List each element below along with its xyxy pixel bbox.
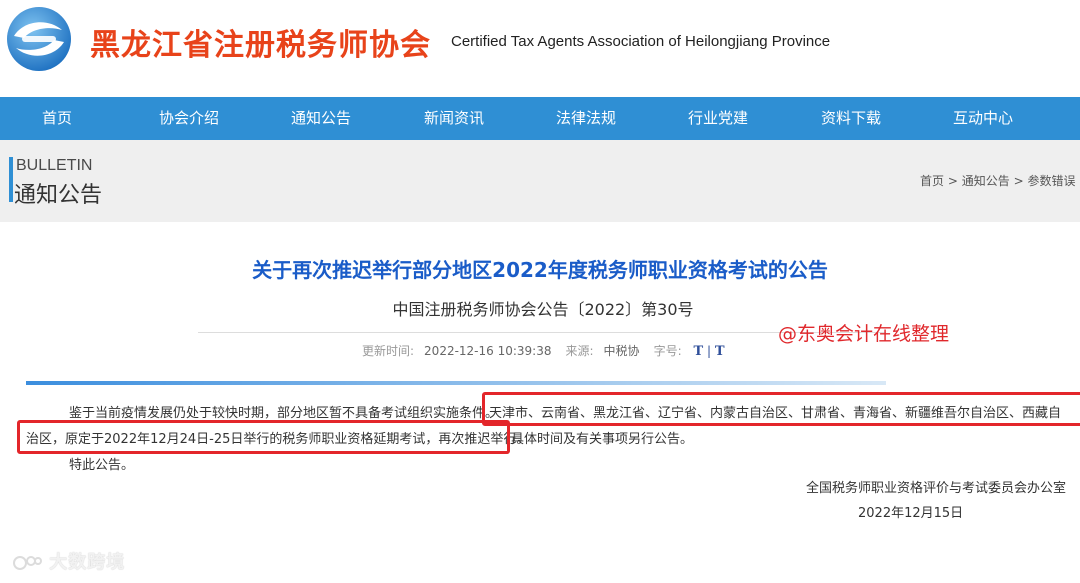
breadcrumb-sep: >: [1013, 174, 1024, 188]
nav-item-about[interactable]: 协会介绍: [123, 97, 255, 140]
font-size-label: 字号:: [653, 344, 682, 358]
source-label: 来源:: [565, 344, 594, 358]
site-name-en: Certified Tax Agents Association of Heil…: [451, 33, 831, 50]
nav-item-interaction[interactable]: 互动中心: [917, 97, 1049, 140]
paragraph-closing: 特此公告。: [69, 458, 135, 473]
main-nav: 首页 协会介绍 通知公告 新闻资讯 法律法规 行业党建 资料下载 互动中心: [0, 97, 1080, 140]
paragraph-1-start: 鉴于当前疫情发展仍处于较快时期，部分地区暂不具备考试组织实施条件。: [69, 406, 499, 421]
banner-accent-bar: [9, 157, 13, 202]
breadcrumb: 首页 > 通知公告 > 参数错误: [920, 172, 1075, 189]
breadcrumb-current: 参数错误: [1027, 174, 1076, 188]
banner-title-cn: 通知公告: [14, 183, 103, 208]
updated-label: 更新时间:: [362, 344, 415, 358]
nav-item-party[interactable]: 行业党建: [652, 97, 784, 140]
breadcrumb-notices[interactable]: 通知公告: [962, 174, 1010, 188]
watermark-text: 大数跨境: [49, 552, 126, 573]
source-value: 中税协: [603, 344, 640, 358]
font-size-small-button[interactable]: T: [715, 344, 725, 359]
nav-item-home[interactable]: 首页: [0, 97, 123, 140]
nav-item-news[interactable]: 新闻资讯: [388, 97, 520, 140]
updated-value: 2022-12-16 10:39:38: [424, 344, 552, 358]
red-watermark-text: @东奥会计在线整理: [778, 323, 950, 345]
signature: 全国税务师职业资格评价与考试委员会办公室: [806, 481, 1067, 496]
paragraph-2-end: 具体时间及有关事项另行公告。: [511, 432, 694, 447]
watermark-logo-icon: [13, 556, 42, 570]
content-top-gradient-bar: [26, 381, 886, 385]
nav-item-notices[interactable]: 通知公告: [255, 97, 387, 140]
article-panel: 关于再次推迟举行部分地区2022年度税务师职业资格考试的公告 中国注册税务师协会…: [0, 222, 1080, 583]
nav-item-downloads[interactable]: 资料下载: [785, 97, 917, 140]
site-name-cn: 黑龙江省注册税务师协会: [90, 28, 431, 63]
section-banner: BULLETIN 通知公告 首页 > 通知公告 > 参数错误: [0, 140, 1080, 222]
breadcrumb-home[interactable]: 首页: [920, 174, 944, 188]
highlight-box-line1: [482, 392, 1080, 426]
signature-date: 2022年12月15日: [858, 506, 964, 521]
font-size-separator: |: [706, 344, 711, 358]
highlight-box-line2: [17, 420, 510, 454]
banner-title-en: BULLETIN: [16, 157, 93, 174]
bottom-watermark: 大数跨境: [12, 548, 125, 574]
breadcrumb-sep: >: [947, 174, 958, 188]
nav-item-laws[interactable]: 法律法规: [520, 97, 652, 140]
article-title: 关于再次推迟举行部分地区2022年度税务师职业资格考试的公告: [252, 258, 828, 282]
article-subtitle: 中国注册税务师协会公告〔2022〕第30号: [392, 300, 694, 319]
font-size-large-button[interactable]: T: [693, 344, 703, 359]
association-logo-icon[interactable]: [6, 6, 72, 72]
site-header: 黑龙江省注册税务师协会 Certified Tax Agents Associa…: [0, 0, 1080, 97]
article-meta: 更新时间: 2022-12-16 10:39:38 来源: 中税协 字号: T | T: [362, 342, 725, 359]
